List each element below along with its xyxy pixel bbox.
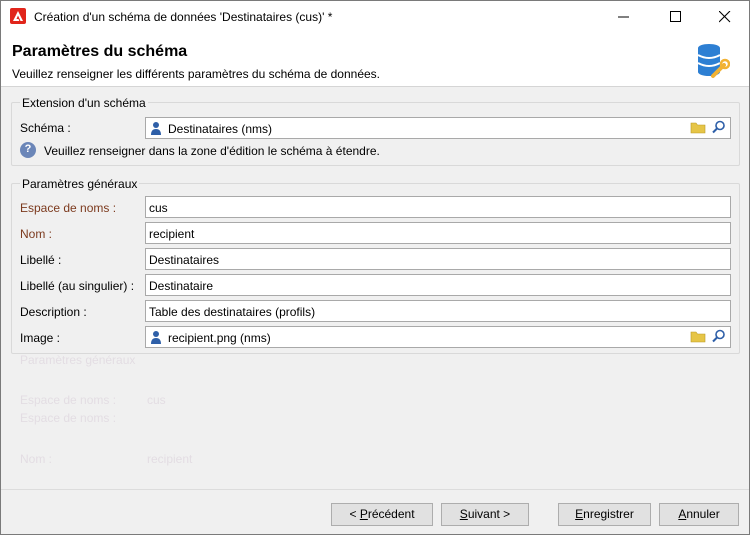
label-input[interactable]: Destinataires — [145, 248, 731, 270]
page-subtitle: Veuillez renseigner les différents param… — [12, 67, 380, 81]
namespace-input[interactable]: cus — [145, 196, 731, 218]
ghost-text: cus — [147, 393, 166, 407]
cancel-button[interactable]: Annuler — [659, 503, 739, 526]
save-label: nregistrer — [583, 507, 634, 521]
schema-label: Schéma : — [20, 121, 71, 135]
label-value: Destinataires — [149, 253, 220, 267]
cancel-label: nnuler — [686, 507, 720, 521]
previous-button[interactable]: < Précédent — [331, 503, 433, 526]
description-value: Table des destinataires (profils) — [149, 305, 316, 319]
next-hotkey: S — [459, 507, 468, 521]
extension-group-legend: Extension d'un schéma — [20, 96, 148, 110]
user-icon — [151, 331, 161, 344]
close-button[interactable] — [702, 1, 748, 33]
folder-icon[interactable] — [689, 119, 709, 137]
next-label: uivant > — [467, 507, 511, 521]
save-button[interactable]: Enregistrer — [558, 503, 651, 526]
folder-icon[interactable] — [689, 328, 709, 346]
title-bar: Création d'un schéma de données 'Destina… — [1, 1, 749, 33]
ghost-text: Paramètres généraux — [20, 353, 136, 367]
image-label: Image : — [20, 331, 61, 345]
name-input[interactable]: recipient — [145, 222, 731, 244]
previous-label: récédent — [367, 507, 415, 521]
save-hotkey: E — [575, 507, 584, 521]
namespace-value: cus — [149, 201, 168, 215]
general-group-legend: Paramètres généraux — [20, 177, 140, 191]
ghost-text: Espace de noms : — [20, 411, 117, 425]
search-icon[interactable] — [710, 328, 730, 346]
database-schema-icon — [694, 42, 731, 80]
name-label: Nom : — [20, 227, 53, 241]
singular-input[interactable]: Destinataire — [145, 274, 731, 296]
adobe-campaign-icon — [10, 8, 26, 24]
previous-prefix: < — [349, 507, 360, 521]
hint-text: Veuillez renseigner dans la zone d'éditi… — [44, 144, 380, 158]
schema-field[interactable]: Destinataires (nms) — [145, 117, 731, 139]
ghost-text: Nom : — [20, 452, 53, 466]
dialog-window: Création d'un schéma de données 'Destina… — [0, 0, 750, 535]
singular-value: Destinataire — [149, 279, 214, 293]
minimize-button[interactable] — [601, 1, 647, 33]
description-label: Description : — [20, 305, 87, 319]
name-value: recipient — [149, 227, 195, 241]
ghost-text: recipient — [147, 452, 193, 466]
wizard-footer: < Précédent Suivant > Enregistrer Annule… — [1, 489, 749, 534]
namespace-label: Espace de noms : — [20, 201, 117, 215]
singular-label: Libellé (au singulier) : — [20, 279, 135, 293]
schema-value: Destinataires (nms) — [168, 122, 273, 136]
page-title: Paramètres du schéma — [12, 43, 188, 60]
description-input[interactable]: Table des destinataires (profils) — [145, 300, 731, 322]
window-title: Création d'un schéma de données 'Destina… — [34, 10, 333, 24]
label-label: Libellé : — [20, 253, 62, 267]
user-icon — [151, 122, 161, 135]
ghost-text: Espace de noms : — [20, 393, 117, 407]
image-field[interactable]: recipient.png (nms) — [145, 326, 731, 348]
next-button[interactable]: Suivant > — [441, 503, 529, 526]
previous-hotkey: P — [359, 507, 368, 521]
wizard-header: Paramètres du schéma Veuillez renseigner… — [1, 33, 749, 87]
help-icon: ? — [20, 142, 36, 158]
image-value: recipient.png (nms) — [168, 331, 271, 345]
search-icon[interactable] — [710, 119, 730, 137]
maximize-button[interactable] — [653, 1, 699, 33]
